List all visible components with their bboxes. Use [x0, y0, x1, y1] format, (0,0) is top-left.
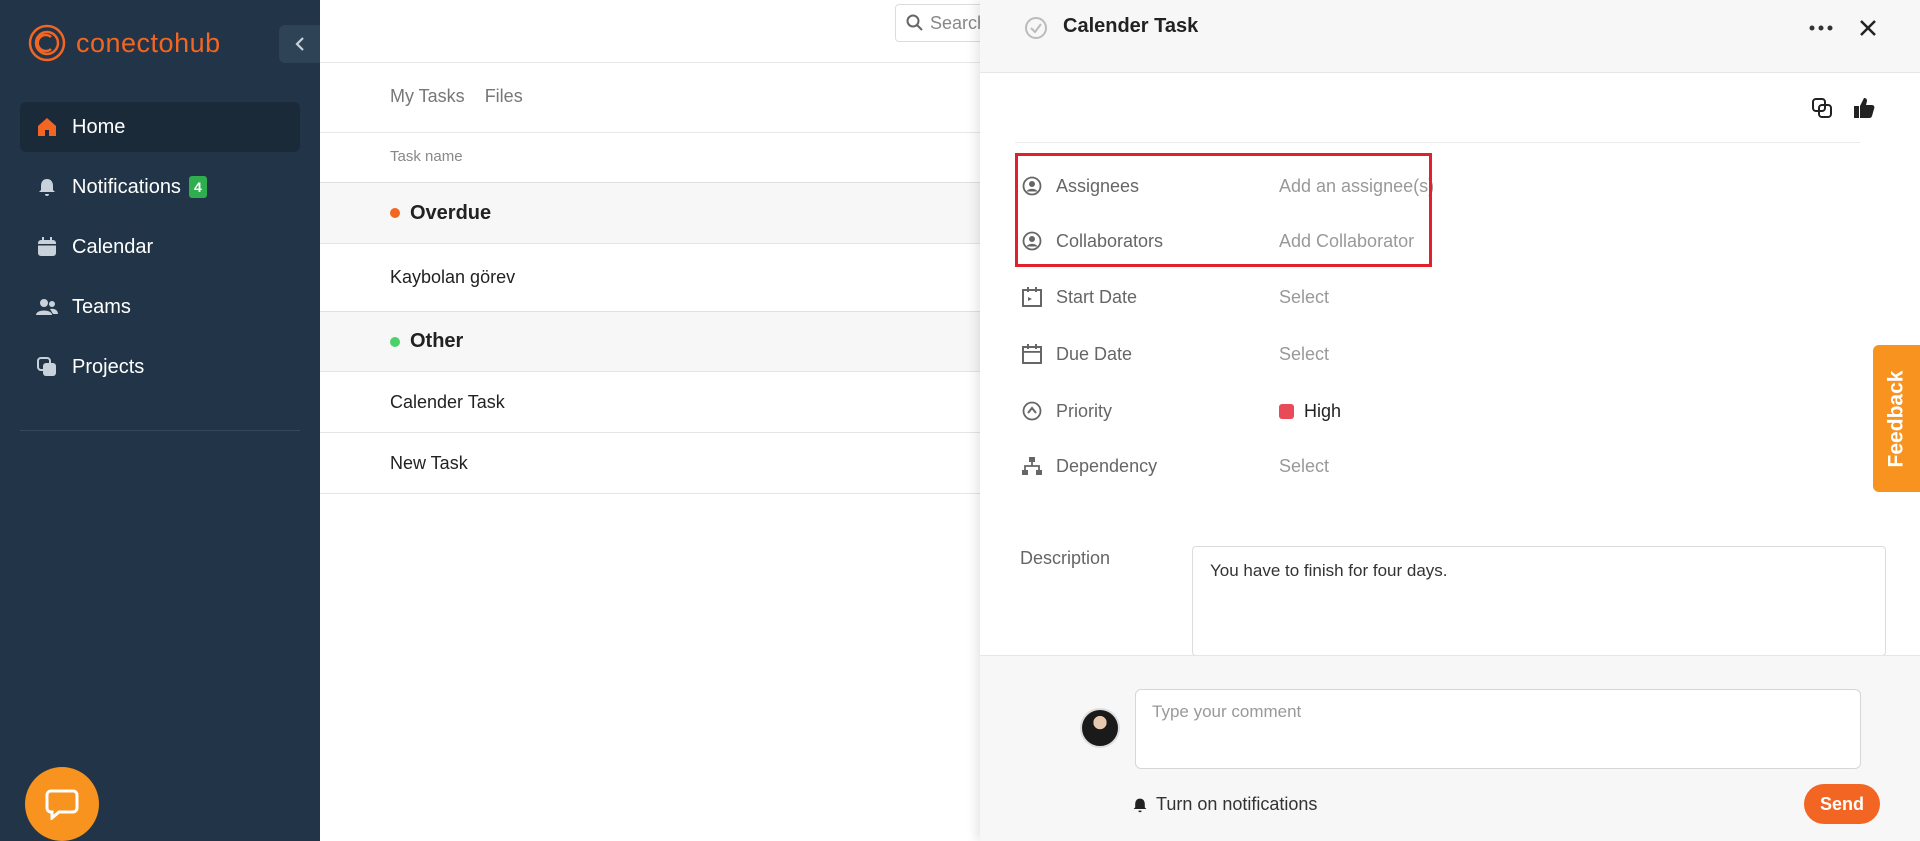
dependency-select[interactable]: Select: [1279, 456, 1329, 477]
top-bar: Search: [320, 0, 1015, 63]
search-placeholder: Search: [930, 12, 988, 33]
field-due-date: Due Date Select: [1020, 334, 1820, 374]
column-header-task-name: Task name: [390, 148, 463, 165]
notify-label: Turn on notifications: [1156, 794, 1318, 814]
chevron-left-icon: [294, 37, 304, 51]
field-label: Due Date: [1056, 343, 1133, 364]
main-content: Search My Tasks Files Task name Overdue …: [320, 0, 1015, 841]
collapse-sidebar-button[interactable]: [279, 25, 320, 63]
bell-icon: [1133, 798, 1147, 812]
task-row[interactable]: Calender Task: [320, 372, 980, 433]
sidebar-item-label: Teams: [72, 295, 131, 318]
tabs-divider: [320, 132, 980, 133]
chat-support-button[interactable]: [25, 767, 99, 841]
due-date-select[interactable]: Select: [1279, 344, 1329, 365]
feedback-label: Feedback: [1884, 370, 1908, 467]
tab-my-tasks[interactable]: My Tasks: [390, 86, 465, 107]
sidebar-item-notifications[interactable]: Notifications 4: [20, 162, 300, 212]
complete-task-icon[interactable]: [1024, 16, 1048, 45]
conectohub-logo-icon: [28, 24, 66, 62]
group-label: Other: [410, 330, 464, 352]
tab-files[interactable]: Files: [485, 86, 523, 107]
calendar-icon: [36, 236, 58, 258]
field-dependency: Dependency Select: [1020, 446, 1820, 486]
priority-color-chip: [1279, 403, 1294, 419]
more-options-icon[interactable]: [1808, 16, 1834, 45]
task-title: Calender Task: [1063, 15, 1199, 37]
sidebar-item-label: Calendar: [72, 235, 154, 258]
home-icon: [36, 116, 58, 138]
task-detail-drawer: Calender Task Assignees Add an assignee(…: [980, 0, 1920, 841]
priority-value: High: [1304, 400, 1342, 421]
dependency-icon: [1020, 454, 1044, 478]
field-label: Dependency: [1056, 455, 1158, 476]
priority-select[interactable]: High: [1279, 401, 1341, 422]
group-label: Overdue: [410, 201, 492, 224]
description-label: Description: [1020, 548, 1111, 568]
status-dot: [390, 208, 400, 218]
sidebar-item-label: Home: [72, 115, 126, 138]
thumbs-up-icon[interactable]: [1852, 96, 1876, 125]
sidebar-item-projects[interactable]: Projects: [20, 342, 300, 392]
avatar: [1080, 708, 1120, 748]
task-row[interactable]: New Task: [320, 433, 980, 494]
sidebar-divider: [20, 430, 300, 431]
annotation-highlight-box: [1015, 153, 1432, 267]
chat-bubble-icon: [45, 789, 79, 820]
field-label: Start Date: [1056, 286, 1138, 307]
duplicate-icon[interactable]: [1810, 96, 1834, 125]
sidebar-item-home[interactable]: Home: [20, 102, 300, 152]
task-name: Kaybolan görev: [390, 267, 516, 287]
calendar-icon: [1020, 342, 1044, 366]
description-field[interactable]: You have to finish for four days.: [1192, 546, 1886, 656]
sidebar-item-label: Projects: [72, 355, 145, 378]
tabs: My Tasks Files: [390, 86, 523, 107]
turn-on-notifications-toggle[interactable]: Turn on notifications: [1132, 794, 1317, 815]
drawer-header: Calender Task: [980, 0, 1920, 73]
sidebar-item-teams[interactable]: Teams: [20, 282, 300, 332]
start-date-select[interactable]: Select: [1279, 287, 1329, 308]
task-name: New Task: [390, 452, 468, 473]
calendar-start-icon: [1020, 285, 1044, 309]
drawer-actions: [1810, 96, 1876, 125]
comment-input[interactable]: [1135, 689, 1861, 769]
status-dot: [390, 336, 400, 347]
actions-divider: [1015, 142, 1860, 143]
notification-count-badge: 4: [188, 176, 207, 198]
priority-icon: [1020, 399, 1044, 423]
group-header-other[interactable]: Other: [320, 311, 980, 372]
logo[interactable]: conectohub: [28, 24, 221, 62]
close-icon[interactable]: [1856, 16, 1880, 45]
search-icon: [906, 14, 923, 31]
sidebar-item-label: Notifications: [72, 175, 181, 198]
task-name: Calender Task: [390, 391, 505, 412]
field-start-date: Start Date Select: [1020, 277, 1820, 317]
projects-icon: [36, 356, 58, 378]
feedback-tab[interactable]: Feedback: [1873, 345, 1920, 492]
send-button[interactable]: Send: [1804, 784, 1880, 824]
sidebar: conectohub Home Notifications 4 Calendar: [0, 0, 320, 841]
field-priority: Priority High: [1020, 391, 1820, 431]
brand-name: conectohub: [76, 27, 221, 58]
field-label: Priority: [1056, 400, 1113, 421]
sidebar-item-calendar[interactable]: Calendar: [20, 222, 300, 272]
sidebar-nav: Home Notifications 4 Calendar Teams Proj…: [20, 102, 300, 402]
users-icon: [36, 296, 58, 318]
task-row[interactable]: Kaybolan görev: [320, 244, 980, 312]
group-header-overdue[interactable]: Overdue: [320, 182, 980, 244]
bell-icon: [36, 176, 58, 198]
comment-footer: Turn on notifications Send: [980, 655, 1920, 841]
